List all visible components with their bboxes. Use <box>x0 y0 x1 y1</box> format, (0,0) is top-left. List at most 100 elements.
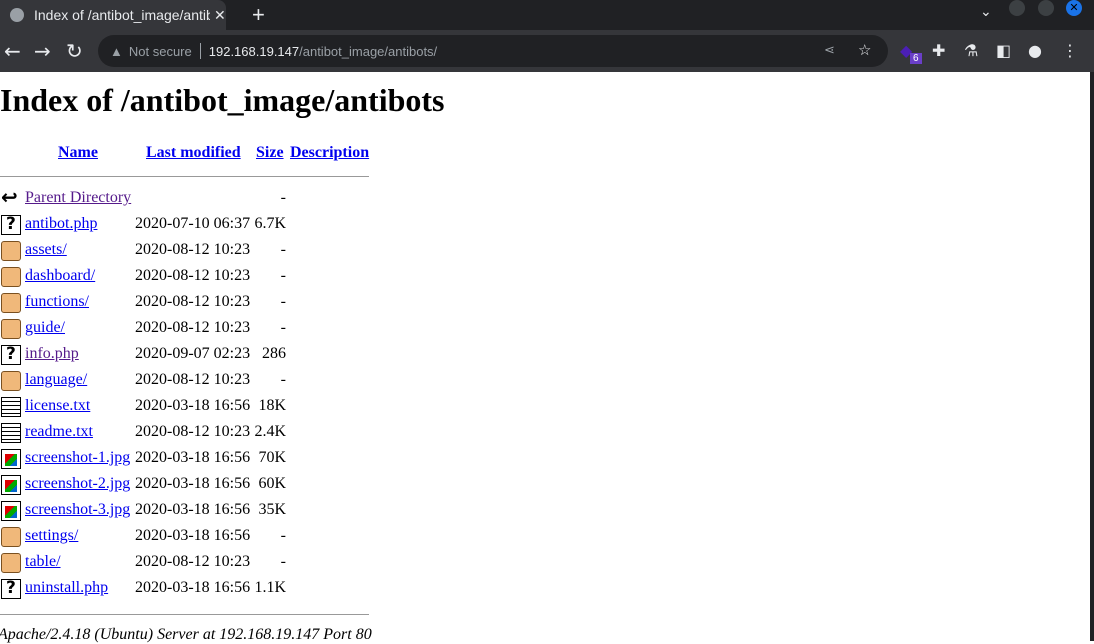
image-file-icon <box>1 501 21 521</box>
file-link[interactable]: guide/ <box>25 319 65 337</box>
text-file-icon <box>1 423 21 443</box>
sort-by-size-link[interactable]: Size <box>256 144 284 162</box>
file-link[interactable]: uninstall.php <box>25 579 108 597</box>
close-tab-icon[interactable]: ✕ <box>214 7 226 24</box>
folder-file-icon <box>1 553 21 573</box>
tab-active[interactable]: Index of /antibot_image/antibots ✕ <box>0 0 226 30</box>
puzzle-icon[interactable]: ✚ <box>932 41 945 60</box>
table-row: uninstall.php 2020-03-18 16:56 1.1K <box>0 576 370 602</box>
file-link[interactable]: antibot.php <box>25 215 97 233</box>
file-link[interactable]: screenshot-3.jpg <box>25 501 130 519</box>
file-size: - <box>280 241 286 258</box>
url-path: /antibot_image/antibots/ <box>299 43 438 59</box>
close-window-button[interactable]: ✕ <box>1066 0 1082 16</box>
labs-flask-icon[interactable]: ⚗ <box>964 41 978 60</box>
not-secure-label: Not secure <box>128 43 192 59</box>
file-size: - <box>280 189 286 206</box>
folder-file-icon <box>1 371 21 391</box>
table-row: guide/ 2020-08-12 10:23 - <box>0 316 370 342</box>
last-modified: 2020-03-18 16:56 <box>135 579 251 596</box>
image-file-icon <box>1 475 21 495</box>
profile-icon[interactable]: ● <box>1028 41 1042 60</box>
table-row: screenshot-2.jpg 2020-03-18 16:56 60K <box>0 472 370 498</box>
file-link[interactable]: functions/ <box>25 293 89 311</box>
last-modified: 2020-03-18 16:56 <box>135 449 251 466</box>
maximize-button[interactable] <box>1038 0 1054 16</box>
unknown-file-icon <box>1 214 21 235</box>
bookmark-star-icon[interactable]: ☆ <box>858 41 871 59</box>
address-bar[interactable]: ▲ Not secure 192.168.19.147 /antibot_ima… <box>98 35 888 67</box>
file-size: 6.7K <box>254 215 286 232</box>
folder-file-icon <box>1 293 21 313</box>
new-tab-button[interactable]: + <box>252 2 265 28</box>
tab-bar: Index of /antibot_image/antibots ✕ + ⌄ ✕ <box>0 0 1094 30</box>
table-row: info.php 2020-09-07 02:23 286 <box>0 342 370 368</box>
tab-search-chevron-icon[interactable]: ⌄ <box>980 4 992 20</box>
file-size: 60K <box>258 475 286 492</box>
sort-by-description-link[interactable]: Description <box>290 144 369 162</box>
sort-by-name-link[interactable]: Name <box>58 144 98 162</box>
file-link[interactable]: dashboard/ <box>25 267 95 285</box>
folder-file-icon <box>1 267 21 287</box>
side-panel-icon[interactable]: ◧ <box>996 41 1011 60</box>
back-button[interactable]: ← <box>4 39 21 63</box>
globe-icon <box>10 8 24 22</box>
file-size: 18K <box>258 397 286 414</box>
file-size: - <box>280 371 286 388</box>
last-modified: 2020-08-12 10:23 <box>135 371 251 388</box>
share-icon[interactable]: ⋖ <box>824 42 835 58</box>
file-link[interactable]: license.txt <box>25 397 90 415</box>
table-row: functions/ 2020-08-12 10:23 - <box>0 290 370 316</box>
file-link[interactable]: info.php <box>25 345 79 363</box>
file-size: - <box>280 267 286 284</box>
file-link[interactable]: assets/ <box>25 241 67 259</box>
page-content: Index of /antibot_image/antibots Name La… <box>0 72 1090 643</box>
last-modified: 2020-08-12 10:23 <box>135 241 251 258</box>
text-file-icon <box>1 397 21 417</box>
file-size: - <box>280 319 286 336</box>
extension-badge: 6 <box>910 53 922 64</box>
last-modified: 2020-09-07 02:23 <box>135 345 251 362</box>
server-signature: Apache/2.4.18 (Ubuntu) Server at 192.168… <box>0 626 372 643</box>
file-link[interactable]: table/ <box>25 553 61 571</box>
table-row: readme.txt 2020-08-12 10:23 2.4K <box>0 420 370 446</box>
last-modified: 2020-08-12 10:23 <box>135 423 251 440</box>
file-size: - <box>280 553 286 570</box>
table-row: antibot.php 2020-07-10 06:37 6.7K <box>0 212 370 238</box>
folder-file-icon <box>1 241 21 261</box>
last-modified: 2020-03-18 16:56 <box>135 527 251 544</box>
table-row: settings/ 2020-03-18 16:56 - <box>0 524 370 550</box>
minimize-button[interactable] <box>1009 0 1025 16</box>
file-size: 35K <box>258 501 286 518</box>
menu-icon[interactable]: ⋮ <box>1062 41 1078 60</box>
sort-by-modified-link[interactable]: Last modified <box>146 144 241 162</box>
unknown-file-icon <box>1 344 21 365</box>
folder-file-icon <box>1 319 21 339</box>
table-row: screenshot-3.jpg 2020-03-18 16:56 35K <box>0 498 370 524</box>
page-title: Index of /antibot_image/antibots <box>0 82 445 118</box>
divider <box>0 176 369 177</box>
file-link[interactable]: settings/ <box>25 527 78 545</box>
file-link[interactable]: language/ <box>25 371 87 389</box>
warning-icon: ▲ <box>110 43 123 59</box>
tab-title: Index of /antibot_image/antibots <box>34 7 210 23</box>
file-link[interactable]: readme.txt <box>25 423 93 441</box>
toolbar: ← → ↻ ▲ Not secure 192.168.19.147 /antib… <box>0 30 1094 72</box>
table-row: screenshot-1.jpg 2020-03-18 16:56 70K <box>0 446 370 472</box>
scrollbar[interactable] <box>1090 72 1094 641</box>
last-modified: 2020-08-12 10:23 <box>135 319 251 336</box>
last-modified: 2020-03-18 16:56 <box>135 501 251 518</box>
file-link[interactable]: screenshot-1.jpg <box>25 449 130 467</box>
forward-button[interactable]: → <box>34 39 51 63</box>
reload-button[interactable]: ↻ <box>66 39 83 63</box>
folder-file-icon <box>1 527 21 547</box>
table-row: dashboard/ 2020-08-12 10:23 - <box>0 264 370 290</box>
image-file-icon <box>1 449 21 469</box>
file-size: 2.4K <box>254 423 286 440</box>
file-link[interactable]: Parent Directory <box>25 189 131 207</box>
divider <box>199 43 201 59</box>
url-host: 192.168.19.147 <box>208 43 300 59</box>
file-link[interactable]: screenshot-2.jpg <box>25 475 130 493</box>
table-row: language/ 2020-08-12 10:23 - <box>0 368 370 394</box>
table-row: assets/ 2020-08-12 10:23 - <box>0 238 370 264</box>
